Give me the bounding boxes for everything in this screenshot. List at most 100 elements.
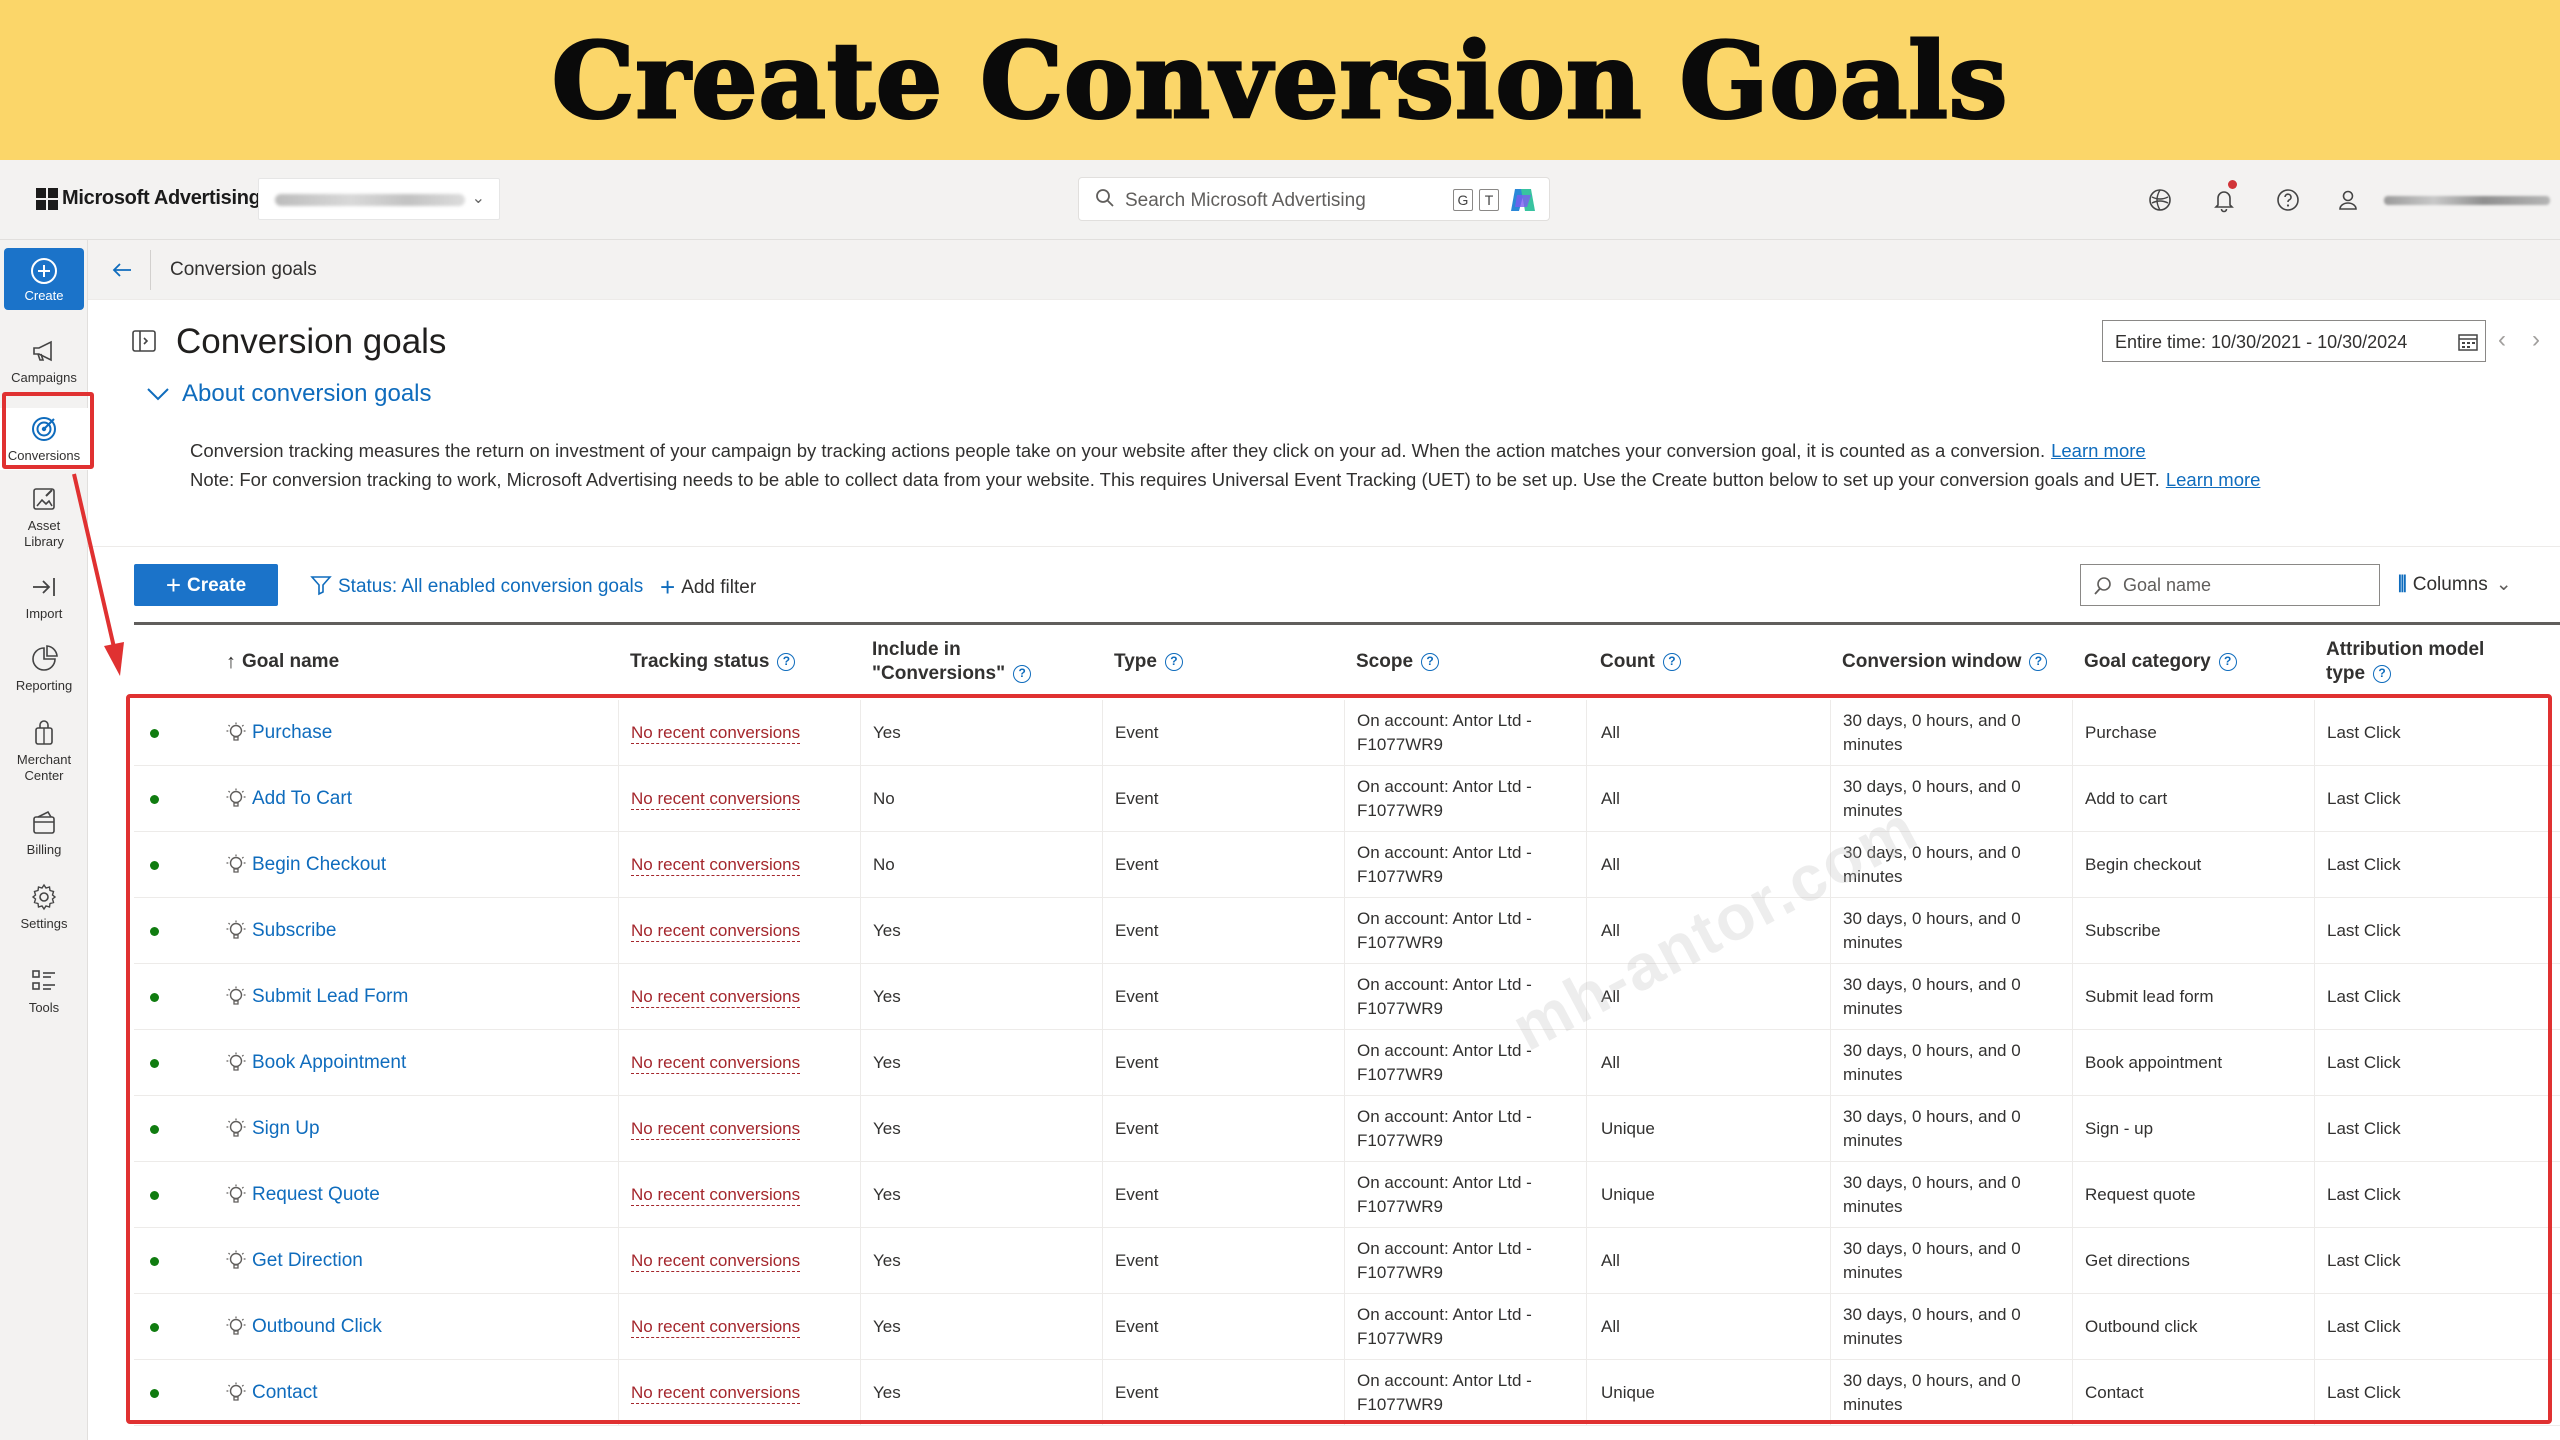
- rail-item-settings[interactable]: Settings: [0, 882, 88, 932]
- annotation-arrow-icon: [72, 473, 124, 676]
- breadcrumb-divider: [150, 250, 151, 290]
- table-header: ↑ Goal name Tracking status? Include in "C…: [134, 626, 2560, 698]
- column-header-goal-category[interactable]: Goal category?: [2084, 626, 2314, 698]
- header-label: Count: [1600, 651, 1655, 672]
- column-header-tracking-status[interactable]: Tracking status?: [630, 626, 870, 698]
- column-header-count[interactable]: Count?: [1600, 626, 1830, 698]
- global-search-placeholder: Search Microsoft Advertising: [1125, 190, 1366, 211]
- megaphone-icon: [33, 340, 52, 362]
- rail-item-label: Reporting: [15, 678, 73, 693]
- rail-create-label: Create: [24, 288, 64, 303]
- help-icon[interactable]: ?: [1421, 653, 1440, 671]
- header-label: Tracking status: [630, 651, 770, 672]
- search-icon: [1096, 189, 1114, 207]
- section-divider: [88, 546, 2560, 547]
- column-header-scope[interactable]: Scope?: [1356, 626, 1586, 698]
- date-range-picker[interactable]: Entire time: 10/30/2021 - 10/30/2024: [2102, 320, 2486, 362]
- sort-up-icon: ↑: [226, 651, 236, 673]
- header-label: Type: [1114, 651, 1157, 672]
- column-header-attribution-model-type[interactable]: Attribution model type?: [2326, 626, 2556, 698]
- search-icon: [2094, 577, 2111, 595]
- tutorial-banner: Create Conversion Goals: [0, 0, 2560, 160]
- columns-icon: ⫼: [2398, 574, 2407, 595]
- import-icon: [33, 578, 55, 596]
- learn-more-link[interactable]: Learn more: [2051, 440, 2146, 461]
- global-search[interactable]: Search Microsoft Advertising G T: [1078, 177, 1550, 221]
- rail-item-label: Merchant Center: [16, 752, 72, 783]
- breadcrumb: Conversion goals: [88, 240, 2560, 300]
- notification-badge: [2228, 180, 2237, 189]
- create-goal-button[interactable]: + Create: [134, 564, 278, 606]
- top-bar: Microsoft Advertising ⌄ Search Microsoft…: [0, 160, 2560, 240]
- collapse-pane-icon[interactable]: [132, 330, 156, 352]
- status-filter-label: Status: All enabled conversion goals: [338, 576, 644, 597]
- rail-item-label: Campaigns: [11, 370, 77, 385]
- plus-circle-icon: [31, 258, 57, 284]
- breadcrumb-current: Conversion goals: [170, 259, 317, 280]
- copilot-icon[interactable]: [1507, 185, 1537, 215]
- column-header-type[interactable]: Type?: [1114, 626, 1344, 698]
- rail-create-button[interactable]: Create: [4, 248, 84, 310]
- rail-item-merchant-center[interactable]: Merchant Center: [0, 718, 88, 784]
- tools-icon: [32, 970, 55, 990]
- add-filter-button[interactable]: + Add filter: [660, 572, 756, 603]
- column-header-include-in-conversions[interactable]: Include in "Conversions"?: [872, 626, 1102, 698]
- rail-item-label: Tools: [28, 1000, 60, 1015]
- gear-icon: [31, 883, 57, 911]
- user-icon[interactable]: [2334, 186, 2362, 214]
- calendar-icon: [2458, 334, 2478, 351]
- help-icon[interactable]: ?: [2373, 664, 2392, 683]
- back-arrow-icon[interactable]: [110, 258, 134, 282]
- status-filter[interactable]: Status: All enabled conversion goals: [310, 574, 643, 598]
- rail-item-billing[interactable]: Billing: [0, 808, 88, 858]
- chevron-down-icon[interactable]: [144, 380, 172, 408]
- chevron-down-icon: ⌄: [471, 190, 485, 207]
- create-goal-label: Create: [187, 574, 247, 596]
- date-range-value: Entire time: 10/30/2021 - 10/30/2024: [2115, 332, 2408, 352]
- date-prev-chevron-icon[interactable]: ‹: [2498, 326, 2506, 354]
- banner-title: Create Conversion Goals: [550, 17, 2009, 143]
- date-next-chevron-icon[interactable]: ›: [2532, 326, 2540, 354]
- shortcut-g-key: G: [1453, 189, 1473, 211]
- rail-item-label: Billing: [26, 842, 62, 857]
- filter-icon: [310, 576, 332, 596]
- about-note: Note: For conversion tracking to work, M…: [190, 469, 2160, 490]
- account-picker[interactable]: ⌄: [258, 178, 500, 220]
- rail-item-tools[interactable]: Tools: [0, 966, 88, 1016]
- column-header-conversion-window[interactable]: Conversion window?: [1842, 626, 2072, 698]
- help-icon[interactable]: ?: [777, 653, 796, 671]
- header-label: Conversion window: [1842, 651, 2022, 672]
- header-label: Scope: [1356, 651, 1414, 672]
- notification-bell-icon[interactable]: [2210, 186, 2238, 214]
- goal-name-input[interactable]: [2123, 573, 2363, 597]
- reporting-icon: [32, 645, 58, 671]
- help-icon[interactable]: [2274, 186, 2302, 214]
- conversions-highlight-box: [2, 392, 94, 469]
- help-icon[interactable]: ?: [1662, 653, 1681, 671]
- brand-name[interactable]: Microsoft Advertising: [62, 187, 261, 210]
- rail-item-campaigns[interactable]: Campaigns: [0, 336, 88, 386]
- billing-icon: [33, 810, 55, 834]
- help-icon[interactable]: ?: [2218, 653, 2237, 671]
- about-section-toggle[interactable]: About conversion goals: [182, 380, 432, 408]
- about-paragraph: Conversion tracking measures the return …: [190, 440, 2046, 461]
- learn-more-link[interactable]: Learn more: [2166, 469, 2261, 490]
- help-icon[interactable]: ?: [2029, 653, 2048, 671]
- plus-icon: +: [165, 569, 182, 600]
- header-label: Goal name: [242, 651, 340, 672]
- rail-item-label: Settings: [20, 916, 68, 931]
- microsoft-logo-icon: [36, 188, 58, 210]
- about-text-1: Conversion tracking measures the return …: [190, 440, 2146, 462]
- columns-button[interactable]: ⫼ Columns ⌄: [2398, 573, 2512, 596]
- column-header-goal-name[interactable]: ↑ Goal name: [226, 626, 586, 698]
- page-title: Conversion goals: [176, 322, 447, 361]
- user-email-redacted[interactable]: [2384, 196, 2550, 205]
- header-label: type: [2326, 663, 2366, 684]
- header-label: "Conversions": [872, 663, 1006, 684]
- grid-header-rule: [134, 622, 2560, 625]
- goal-name-search[interactable]: [2080, 564, 2380, 606]
- globe-icon[interactable]: [2146, 186, 2174, 214]
- help-icon[interactable]: ?: [1164, 653, 1183, 671]
- header-label: Include in: [872, 639, 961, 660]
- help-icon[interactable]: ?: [1013, 664, 1032, 683]
